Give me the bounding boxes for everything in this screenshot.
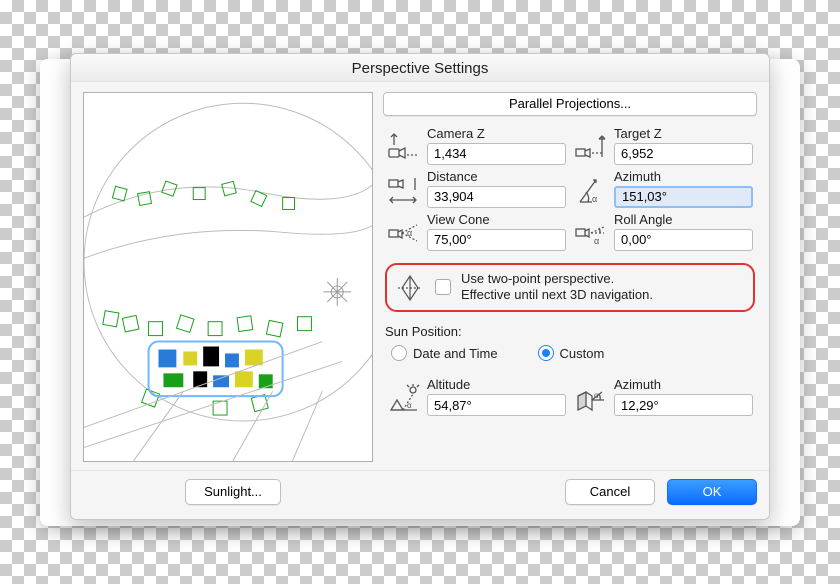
view-cone-icon: α <box>387 215 421 251</box>
cancel-button[interactable]: Cancel <box>565 479 655 505</box>
two-point-checkbox[interactable] <box>435 279 451 295</box>
roll-angle-input[interactable] <box>614 229 753 251</box>
radio-date-and-time[interactable]: Date and Time <box>391 345 498 361</box>
camera-z-icon <box>387 129 421 165</box>
sun-azimuth-input[interactable] <box>614 394 753 416</box>
perspective-settings-dialog: Perspective Settings <box>70 53 770 520</box>
distance-label: Distance <box>427 169 566 184</box>
two-point-line2: Effective until next 3D navigation. <box>461 287 653 304</box>
target-z-icon <box>574 129 608 165</box>
sun-position-label: Sun Position: <box>385 324 757 339</box>
sunlight-button[interactable]: Sunlight... <box>185 479 281 505</box>
plan-preview <box>83 92 373 462</box>
view-cone-input[interactable] <box>427 229 566 251</box>
view-cone-label: View Cone <box>427 212 566 227</box>
parallel-projections-button[interactable]: Parallel Projections... <box>383 92 757 116</box>
azimuth-input[interactable] <box>614 186 753 208</box>
roll-angle-icon: α <box>574 215 608 251</box>
svg-text:α: α <box>594 236 599 246</box>
camera-z-input[interactable] <box>427 143 566 165</box>
radio-custom-label: Custom <box>560 346 605 361</box>
target-z-label: Target Z <box>614 126 753 141</box>
target-z-input[interactable] <box>614 143 753 165</box>
azimuth-icon: α <box>574 172 608 208</box>
sun-azimuth-icon: α <box>574 380 608 416</box>
dialog-title: Perspective Settings <box>71 54 769 82</box>
sun-altitude-icon: α <box>387 380 421 416</box>
two-point-icon <box>395 272 425 302</box>
sun-altitude-input[interactable] <box>427 394 566 416</box>
svg-text:α: α <box>407 401 412 410</box>
svg-text:α: α <box>407 228 412 238</box>
two-point-line1: Use two-point perspective. <box>461 271 653 288</box>
sun-azimuth-label: Azimuth <box>614 377 753 392</box>
radio-date-label: Date and Time <box>413 346 498 361</box>
svg-text:α: α <box>594 391 599 400</box>
distance-input[interactable] <box>427 186 566 208</box>
ok-button[interactable]: OK <box>667 479 757 505</box>
roll-angle-label: Roll Angle <box>614 212 753 227</box>
azimuth-label: Azimuth <box>614 169 753 184</box>
svg-text:α: α <box>592 194 597 204</box>
distance-icon <box>387 172 421 208</box>
sun-altitude-label: Altitude <box>427 377 566 392</box>
two-point-perspective-box: Use two-point perspective. Effective unt… <box>385 263 755 313</box>
radio-custom[interactable]: Custom <box>538 345 605 361</box>
camera-z-label: Camera Z <box>427 126 566 141</box>
